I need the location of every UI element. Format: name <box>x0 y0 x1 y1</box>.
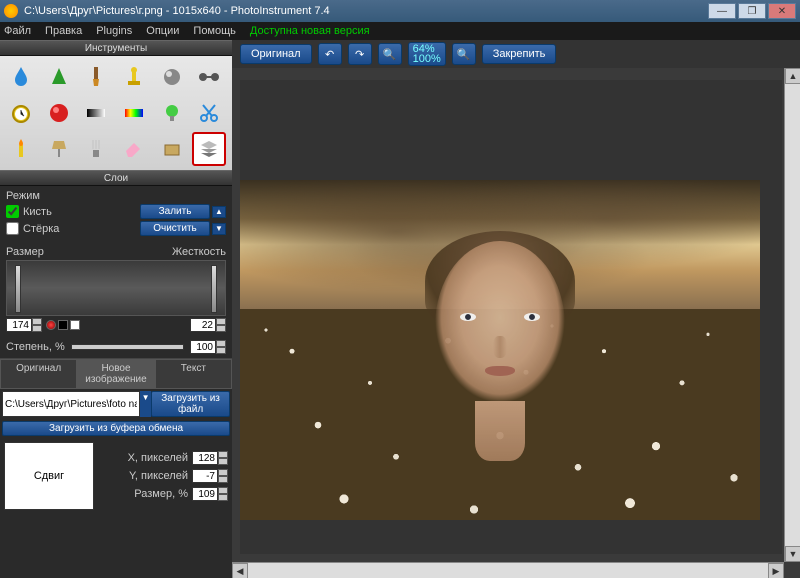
filepath-dropdown[interactable]: ▼ <box>140 391 151 417</box>
tool-brush-icon[interactable] <box>79 60 113 94</box>
y-input[interactable] <box>192 469 218 483</box>
clear-down-button[interactable]: ▼ <box>212 223 226 235</box>
menu-file[interactable]: Файл <box>4 25 31 37</box>
size-spin-down[interactable]: ▾ <box>32 325 42 332</box>
color-black-icon[interactable] <box>58 320 68 330</box>
tool-lamp-icon[interactable] <box>42 132 76 166</box>
size-slider-handle[interactable] <box>15 265 21 313</box>
load-clipboard-button[interactable]: Загрузить из буфера обмена <box>2 421 230 436</box>
layers-panel-title: Слои <box>0 170 232 186</box>
zoom-out-icon[interactable]: 🔍 <box>378 43 402 65</box>
redo-icon[interactable]: ↷ <box>348 43 372 65</box>
size-input[interactable] <box>6 318 32 332</box>
tab-new-image[interactable]: Новое изображение <box>77 359 154 389</box>
tool-cone-icon[interactable] <box>42 60 76 94</box>
tab-original[interactable]: Оригинал <box>0 359 77 389</box>
scroll-right-icon[interactable]: ▶ <box>768 563 784 578</box>
hardness-spin-down[interactable]: ▾ <box>216 325 226 332</box>
strength-slider[interactable] <box>71 344 184 350</box>
canvas-toolbar: Оригинал ↶ ↷ 🔍 64%100% 🔍 Закрепить <box>232 40 800 68</box>
brush-checkbox[interactable]: Кисть <box>6 205 52 218</box>
tool-stamp-icon[interactable] <box>117 60 151 94</box>
mode-panel: Режим Кисть Залить ▲ Стёрка Очистить ▼ <box>0 186 232 242</box>
tool-gradient-color-icon[interactable] <box>117 96 151 130</box>
hardness-slider-handle[interactable] <box>211 265 217 313</box>
tool-eraser-icon[interactable] <box>117 132 151 166</box>
tools-grid <box>0 56 232 170</box>
hardness-input[interactable] <box>190 318 216 332</box>
minimize-button[interactable]: — <box>708 3 736 19</box>
strength-spin-down[interactable]: ▾ <box>216 347 226 354</box>
tools-panel-title: Инструменты <box>0 40 232 56</box>
edited-image <box>240 180 760 520</box>
window-titlebar: C:\Users\Друг\Pictures\г.png - 1015x640 … <box>0 0 800 22</box>
zoom-display[interactable]: 64%100% <box>408 42 446 66</box>
size-label: Размер <box>6 246 44 258</box>
size-spin-up[interactable]: ▴ <box>32 318 42 325</box>
strength-label: Степень, % <box>6 341 65 353</box>
y-label: Y, пикселей <box>129 470 188 482</box>
psize-input[interactable] <box>192 487 218 501</box>
color-white-icon[interactable] <box>70 320 80 330</box>
strength-row: Степень, % ▴▾ <box>0 336 232 358</box>
fill-button[interactable]: Залить <box>140 204 210 219</box>
close-button[interactable]: ✕ <box>768 3 796 19</box>
strength-spin-up[interactable]: ▴ <box>216 340 226 347</box>
pin-button[interactable]: Закрепить <box>482 44 557 64</box>
eraser-checkbox[interactable]: Стёрка <box>6 222 59 235</box>
tool-orb-icon[interactable] <box>155 60 189 94</box>
canvas-area: Оригинал ↶ ↷ 🔍 64%100% 🔍 Закрепить ▲ ▼ <box>232 40 800 578</box>
shift-preview[interactable]: Сдвиг <box>4 442 94 510</box>
menu-plugins[interactable]: Plugins <box>96 25 132 37</box>
menu-bar: Файл Правка Plugins Опции Помощь Доступн… <box>0 22 800 40</box>
canvas-viewport[interactable] <box>240 80 782 554</box>
image-tabs: Оригинал Новое изображение Текст <box>0 358 232 389</box>
sliders-panel: Размер Жесткость ▴▾ ▴▾ <box>0 242 232 336</box>
hardness-label: Жесткость <box>172 246 226 258</box>
tool-barbell-icon[interactable] <box>192 60 226 94</box>
tool-cfl-icon[interactable] <box>79 132 113 166</box>
tool-bulb-green-icon[interactable] <box>155 96 189 130</box>
maximize-button[interactable]: ❐ <box>738 3 766 19</box>
fill-up-button[interactable]: ▲ <box>212 206 226 218</box>
load-file-button[interactable]: Загрузить из файл <box>151 391 230 417</box>
params-panel: Сдвиг X, пикселей▴▾ Y, пикселей▴▾ Размер… <box>0 438 232 514</box>
menu-edit[interactable]: Правка <box>45 25 82 37</box>
tool-clock-icon[interactable] <box>4 96 38 130</box>
tab-text[interactable]: Текст <box>155 359 232 389</box>
slider-track[interactable] <box>6 260 226 316</box>
tool-drop-icon[interactable] <box>4 60 38 94</box>
strength-input[interactable] <box>190 340 216 354</box>
menu-help[interactable]: Помощь <box>193 25 236 37</box>
hardness-spin-up[interactable]: ▴ <box>216 318 226 325</box>
tool-scissors-icon[interactable] <box>192 96 226 130</box>
scroll-up-icon[interactable]: ▲ <box>785 68 800 84</box>
tool-candle-icon[interactable] <box>4 132 38 166</box>
tool-patch-icon[interactable] <box>155 132 189 166</box>
window-title: C:\Users\Друг\Pictures\г.png - 1015x640 … <box>24 5 708 17</box>
x-input[interactable] <box>192 451 218 465</box>
toolbar-original-button[interactable]: Оригинал <box>240 44 312 64</box>
zoom-in-icon[interactable]: 🔍 <box>452 43 476 65</box>
filepath-input[interactable] <box>2 391 140 417</box>
app-icon <box>4 4 18 18</box>
x-label: X, пикселей <box>128 452 188 464</box>
new-version-link[interactable]: Доступна новая версия <box>250 25 370 37</box>
menu-options[interactable]: Опции <box>146 25 179 37</box>
horizontal-scrollbar[interactable]: ◀ ▶ <box>232 562 784 578</box>
clear-button[interactable]: Очистить <box>140 221 210 236</box>
undo-icon[interactable]: ↶ <box>318 43 342 65</box>
psize-label: Размер, % <box>134 488 188 500</box>
color-red-icon[interactable] <box>46 320 56 330</box>
vertical-scrollbar[interactable]: ▲ ▼ <box>784 68 800 562</box>
mode-title: Режим <box>6 190 226 202</box>
scroll-down-icon[interactable]: ▼ <box>785 546 800 562</box>
sidebar: Инструменты Слои Режим Кисть <box>0 40 232 578</box>
tool-redcircle-icon[interactable] <box>42 96 76 130</box>
tool-gradient-bw-icon[interactable] <box>79 96 113 130</box>
scroll-left-icon[interactable]: ◀ <box>232 563 248 578</box>
tool-layers-icon[interactable] <box>192 132 226 166</box>
